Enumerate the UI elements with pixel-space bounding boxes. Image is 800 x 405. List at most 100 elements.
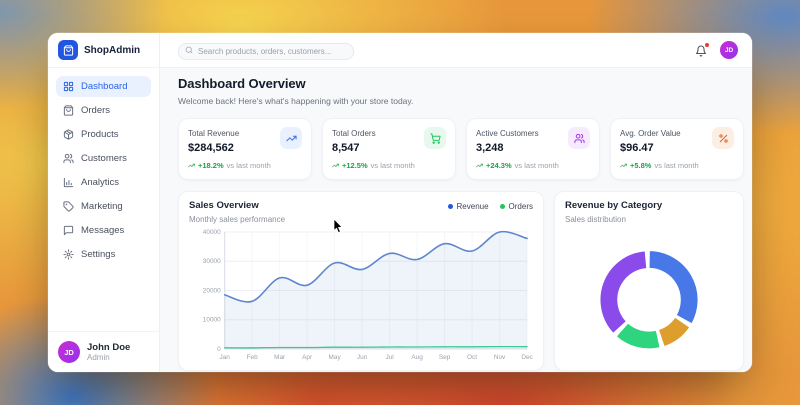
topbar: JD	[160, 33, 752, 68]
stat-card-1: Total Orders 8,547 +12.5% vs last month	[322, 118, 456, 180]
shopadmin-logo-icon	[58, 40, 78, 60]
stat-change-suffix: vs last month	[370, 161, 415, 170]
sidebar-item-settings[interactable]: Settings	[56, 244, 151, 265]
trending-up-icon	[285, 135, 297, 141]
notifications-button[interactable]	[695, 42, 709, 57]
sidebar-item-orders[interactable]: Orders	[56, 100, 151, 121]
sales-card-title: Sales Overview	[189, 200, 259, 211]
stat-change-suffix: vs last month	[226, 161, 271, 170]
notification-badge	[704, 42, 709, 47]
stat-change: +12.5% vs last month	[332, 161, 446, 170]
sidebar-item-dashboard[interactable]: Dashboard	[56, 76, 151, 97]
legend-label: Revenue	[456, 202, 489, 211]
stat-change-value: +5.8%	[630, 161, 652, 170]
stat-change-value: +18.2%	[198, 161, 224, 170]
brand-name: ShopAdmin	[84, 44, 141, 56]
sidebar-item-label: Analytics	[81, 177, 120, 188]
tag-icon	[63, 201, 74, 212]
svg-text:Jan: Jan	[219, 354, 230, 361]
stat-icon-box	[568, 127, 590, 149]
sales-card-subtitle: Monthly sales performance	[189, 215, 286, 224]
stats-row: Total Revenue $284,562 +18.2% vs last mo…	[178, 118, 744, 180]
sidebar-item-label: Products	[81, 129, 119, 140]
settings-icon	[63, 249, 74, 260]
chart-legend: Revenue Orders	[447, 202, 533, 211]
desktop-wallpaper: ShopAdmin Dashboard Orders Products Custome…	[0, 0, 800, 405]
stat-label: Total Orders	[332, 129, 376, 138]
charts-row: Sales Overview Monthly sales performance…	[178, 191, 744, 371]
topbar-actions: JD	[695, 41, 738, 59]
users-icon	[63, 153, 74, 164]
stat-change-suffix: vs last month	[514, 161, 559, 170]
dashboard-main: Dashboard Overview Welcome back! Here's …	[160, 68, 752, 372]
sidebar-item-analytics[interactable]: Analytics	[56, 172, 151, 193]
stat-label: Total Revenue	[188, 129, 240, 138]
stat-value: $284,562	[188, 142, 234, 154]
sales-overview-card: Sales Overview Monthly sales performance…	[178, 191, 544, 371]
sidebar-item-label: Orders	[81, 105, 111, 116]
svg-text:May: May	[329, 354, 342, 361]
stat-change: +24.3% vs last month	[476, 161, 590, 170]
percent-icon	[718, 133, 728, 143]
stat-card-3: Avg. Order Value $96.47 +5.8% vs last mo…	[610, 118, 744, 180]
stat-label: Avg. Order Value	[620, 129, 681, 138]
svg-text:Jul: Jul	[385, 354, 393, 361]
user-avatar: JD	[58, 341, 80, 363]
svg-text:30000: 30000	[203, 258, 221, 265]
svg-text:Apr: Apr	[302, 354, 313, 361]
stat-change-suffix: vs last month	[654, 161, 699, 170]
trending-up-icon	[332, 163, 339, 168]
legend-label: Orders	[508, 202, 533, 211]
brand: ShopAdmin	[48, 33, 159, 68]
package-icon	[63, 129, 74, 140]
stat-change: +18.2% vs last month	[188, 161, 302, 170]
sales-line-chart: 0 10000 20000 30000 40000 Jan Feb Mar Apr May Jun J…	[203, 229, 533, 361]
svg-text:Oct: Oct	[467, 354, 477, 361]
stat-value: 8,547	[332, 142, 360, 154]
sidebar-item-marketing[interactable]: Marketing	[56, 196, 151, 217]
legend-dot	[499, 204, 505, 209]
svg-text:Sep: Sep	[439, 354, 451, 361]
shopping-bag-icon	[63, 105, 74, 116]
trending-up-icon	[620, 163, 627, 168]
stat-icon-box	[712, 127, 734, 149]
stat-value: 3,248	[476, 142, 504, 154]
shopping-bag-icon	[63, 44, 73, 56]
category-card-subtitle: Sales distribution	[565, 215, 626, 224]
trending-up-icon	[476, 163, 483, 168]
legend-dot	[447, 204, 453, 209]
user-role: Admin	[87, 353, 110, 363]
stat-card-2: Active Customers 3,248 +24.3% vs last mo…	[466, 118, 600, 180]
svg-text:Jun: Jun	[357, 354, 368, 361]
topbar-avatar[interactable]: JD	[720, 41, 738, 59]
revenue-by-category-card: Revenue by Category Sales distribution	[554, 191, 744, 371]
svg-text:Mar: Mar	[274, 354, 286, 361]
stat-value: $96.47	[620, 142, 654, 154]
sidebar: ShopAdmin Dashboard Orders Products Custome…	[48, 33, 160, 372]
stat-icon-box	[280, 127, 302, 149]
svg-text:0: 0	[217, 346, 221, 353]
trending-up-icon	[188, 163, 195, 168]
search-icon	[185, 46, 193, 54]
svg-text:10000: 10000	[203, 317, 221, 324]
category-donut-chart	[600, 251, 698, 349]
bar-chart-icon	[63, 177, 74, 188]
shopadmin-app-window: ShopAdmin Dashboard Orders Products Custome…	[48, 33, 752, 372]
search-input[interactable]	[178, 42, 354, 60]
sidebar-item-messages[interactable]: Messages	[56, 220, 151, 241]
svg-text:40000: 40000	[203, 229, 221, 236]
svg-text:Aug: Aug	[411, 354, 423, 361]
svg-text:Dec: Dec	[521, 354, 533, 361]
category-card-title: Revenue by Category	[565, 200, 663, 211]
sidebar-item-label: Marketing	[81, 201, 123, 212]
sidebar-item-label: Messages	[81, 225, 125, 236]
search-box	[178, 41, 354, 60]
stat-card-0: Total Revenue $284,562 +18.2% vs last mo…	[178, 118, 312, 180]
user-name: John Doe	[87, 341, 131, 353]
stat-change-value: +24.3%	[486, 161, 512, 170]
sidebar-item-customers[interactable]: Customers	[56, 148, 151, 169]
stat-icon-box	[424, 127, 446, 149]
svg-text:Nov: Nov	[494, 354, 506, 361]
sidebar-item-products[interactable]: Products	[56, 124, 151, 145]
sidebar-user[interactable]: JD John Doe Admin	[48, 331, 159, 372]
